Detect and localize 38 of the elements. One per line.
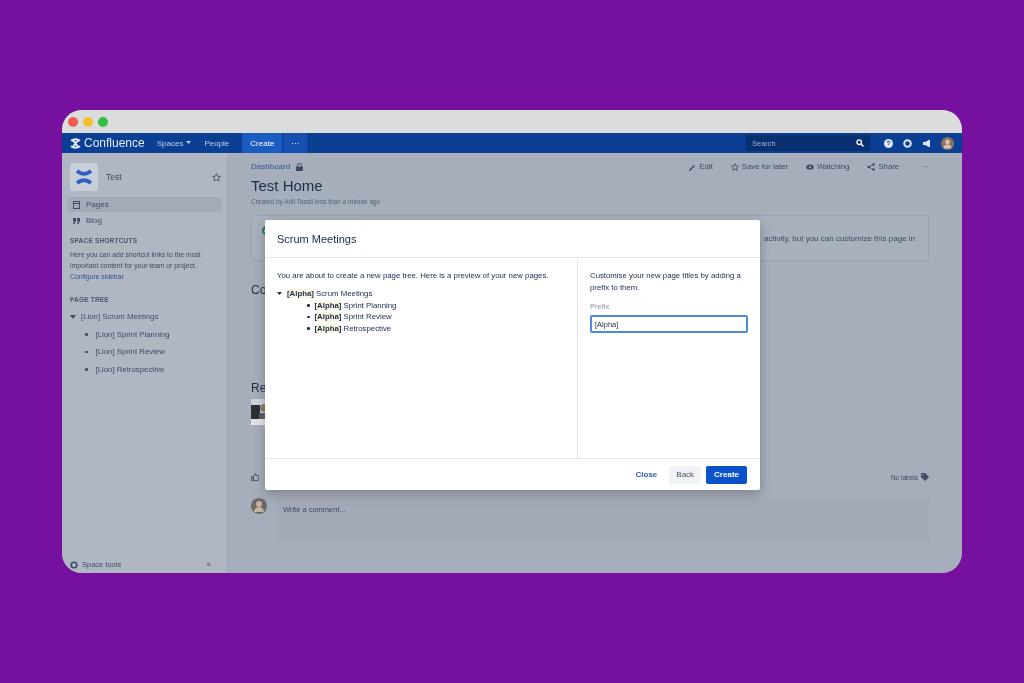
banner-text: activity, but you can customize this page in: [764, 234, 916, 243]
thumbs-up-icon[interactable]: [251, 473, 259, 481]
breadcrumb-link[interactable]: Dashboard: [251, 162, 291, 171]
sidebar-item[interactable]: Blog: [67, 213, 222, 228]
page-icon: [73, 200, 80, 209]
nav-menu[interactable]: People: [204, 138, 230, 148]
star-icon: [730, 162, 739, 171]
help-icon[interactable]: [884, 138, 893, 148]
close-link[interactable]: Close: [628, 465, 665, 484]
pencil-icon: [688, 162, 697, 171]
settings-icon[interactable]: [70, 560, 78, 569]
confluence-logo-icon: [70, 137, 81, 149]
avatar[interactable]: [941, 136, 954, 150]
tag-icon[interactable]: [921, 473, 929, 481]
create-button[interactable]: Create: [706, 465, 747, 484]
space-logo-icon[interactable]: [75, 168, 93, 186]
megaphone-icon[interactable]: [922, 138, 931, 148]
caret-icon: [277, 291, 282, 297]
quote-icon: [73, 217, 80, 224]
lock-icon[interactable]: [296, 162, 304, 171]
space-name[interactable]: Test: [106, 172, 204, 182]
caret-icon: [186, 141, 192, 145]
search-icon[interactable]: [856, 139, 864, 147]
dialog-title: Scrum Meetings: [277, 232, 357, 245]
caret-icon[interactable]: [70, 313, 76, 320]
page-title: Test Home: [251, 177, 324, 194]
create-button[interactable]: Create: [242, 133, 283, 153]
section-heading: Re: [251, 381, 268, 395]
more-button[interactable]: ···: [283, 133, 308, 153]
star-icon[interactable]: [212, 172, 221, 182]
close-window-icon[interactable]: [68, 116, 78, 127]
back-button[interactable]: Back: [669, 465, 702, 484]
product-name: Confluence: [84, 136, 145, 150]
nav-menu[interactable]: Spaces: [156, 138, 192, 148]
sidebar-item[interactable]: Pages: [67, 197, 222, 212]
eye-icon: [806, 162, 815, 171]
avatar: [251, 498, 267, 514]
share-icon: [867, 162, 876, 171]
